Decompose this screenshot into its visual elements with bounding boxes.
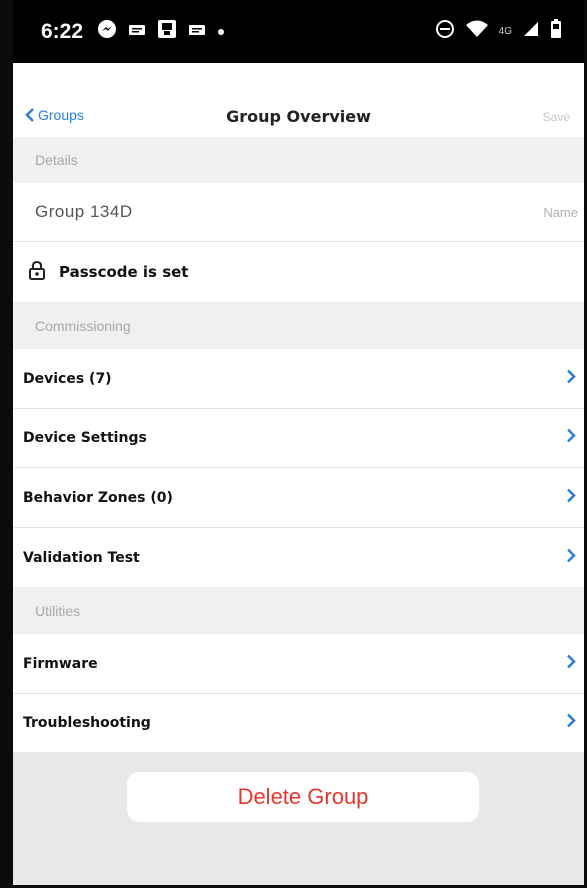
chevron-left-icon (25, 107, 35, 123)
section-header-details: Details (13, 137, 584, 183)
passcode-row[interactable]: Passcode is set (13, 242, 584, 302)
list-item-firmware[interactable]: Firmware (13, 634, 584, 694)
status-time: 6:22 (41, 19, 84, 43)
dnd-icon (435, 19, 455, 44)
save-button[interactable]: Save (543, 110, 570, 124)
chevron-right-icon (566, 653, 576, 674)
status-icons-left (97, 19, 225, 44)
list-item-label: Validation Test (23, 549, 140, 566)
lte-icon: 4G (498, 26, 512, 37)
list-item-label: Behavior Zones (0) (23, 489, 173, 506)
phone-screen: 6:22 4G Groups Group Overview Save Detai… (13, 0, 584, 885)
section-header-utilities: Utilities (13, 587, 584, 634)
group-name-row[interactable]: Group 134D Name (13, 183, 584, 242)
battery-icon (550, 19, 562, 44)
navigation-bar: Groups Group Overview Save (13, 63, 584, 137)
list-item-device-settings[interactable]: Device Settings (13, 409, 584, 468)
notification-icon (189, 23, 206, 41)
status-bar: 6:22 4G (13, 0, 584, 63)
image-icon (157, 19, 177, 44)
list-item-devices[interactable]: Devices (7) (13, 349, 584, 409)
list-item-troubleshooting[interactable]: Troubleshooting (13, 694, 584, 752)
status-icons-right: 4G (435, 19, 562, 44)
delete-group-button[interactable]: Delete Group (127, 772, 479, 822)
notification-icon (129, 23, 146, 41)
lock-icon (27, 260, 47, 285)
chevron-right-icon (566, 713, 576, 734)
list-item-label: Devices (7) (23, 370, 112, 387)
chevron-right-icon (566, 547, 576, 568)
dot-icon (217, 23, 225, 41)
signal-icon (522, 20, 540, 43)
screenshot-frame-left (0, 0, 13, 888)
wifi-icon (465, 19, 489, 44)
list-item-label: Device Settings (23, 430, 147, 446)
chevron-right-icon (566, 428, 576, 449)
list-item-behavior-zones[interactable]: Behavior Zones (0) (13, 468, 584, 528)
section-header-commissioning: Commissioning (13, 302, 584, 349)
messenger-icon (97, 19, 117, 44)
name-hint: Name (543, 204, 578, 220)
bottom-area: Delete Group (13, 752, 584, 885)
list-item-validation-test[interactable]: Validation Test (13, 528, 584, 587)
back-label: Groups (38, 107, 84, 123)
group-name-field[interactable]: Group 134D (35, 202, 133, 222)
back-button[interactable]: Groups (25, 107, 84, 123)
page-title: Group Overview (226, 107, 371, 126)
chevron-right-icon (566, 368, 576, 389)
passcode-label: Passcode is set (59, 263, 189, 281)
list-item-label: Firmware (23, 655, 98, 672)
chevron-right-icon (566, 487, 576, 508)
list-item-label: Troubleshooting (23, 715, 151, 731)
